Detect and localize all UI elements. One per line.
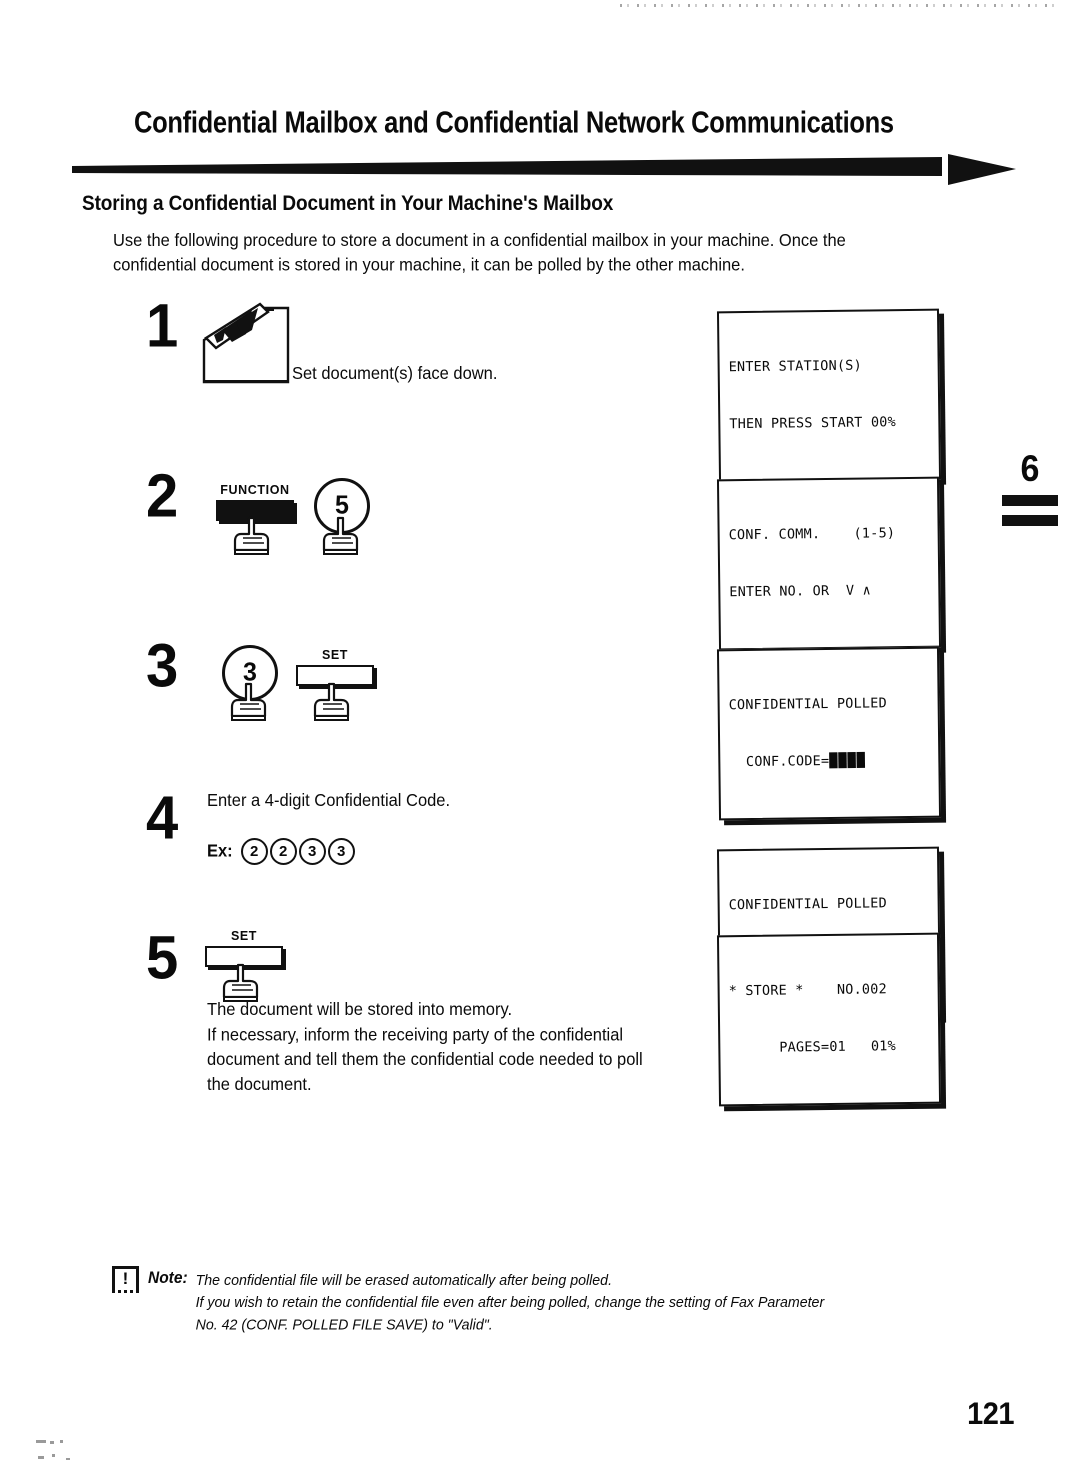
step-number-4: 4 (146, 783, 178, 853)
header-rule-arrow-icon (72, 154, 1016, 188)
lcd-line-1: CONFIDENTIAL POLLED (728, 695, 887, 714)
function-key-label: FUNCTION (220, 482, 290, 498)
intro-line-2: confidential document is stored in your … (113, 255, 745, 275)
lcd-display-step-3: CONFIDENTIAL POLLED CONF.CODE=████ (716, 646, 942, 821)
step-1-caption: Set document(s) face down. (292, 364, 498, 384)
chapter-tab: 6 (1002, 448, 1058, 526)
step-5-line-1: The document will be stored into memory. (207, 1000, 513, 1020)
lcd-line-2-prefix: CONF.CODE= (729, 752, 830, 771)
manual-page: Confidential Mailbox and Confidential Ne… (0, 0, 1080, 1469)
step-5-line-4: the document. (207, 1074, 312, 1094)
page-number: 121 (967, 1396, 1014, 1432)
lcd-display-step-5: * STORE * NO.002 PAGES=01 01% (716, 932, 942, 1107)
set-key-label: SET (321, 647, 349, 663)
lcd-line-2: ENTER NO. OR V ∧ (729, 582, 872, 601)
digit-key-5-label: 5 (335, 489, 349, 520)
lcd-line-1: CONF. COMM. (1-5) (728, 525, 896, 544)
step-number-1: 1 (146, 291, 178, 361)
step-5-body: The document will be stored into memory.… (207, 998, 727, 1098)
step-4-instruction: Enter a 4-digit Confidential Code. (207, 791, 451, 811)
lcd-line-1: ENTER STATION(S) (728, 357, 862, 376)
set-key[interactable]: SET (296, 647, 374, 686)
step-5-line-3: document and tell them the confidential … (207, 1049, 643, 1070)
lcd-line-1: * STORE * NO.002 (728, 981, 887, 1000)
lcd-line-2: THEN PRESS START 00% (729, 414, 896, 433)
page-title: Confidential Mailbox and Confidential Ne… (134, 106, 894, 140)
chapter-tab-bar (1002, 495, 1058, 506)
lcd-display-step-1: ENTER STATION(S) THEN PRESS START 00% (716, 308, 942, 483)
step-number-2: 2 (146, 461, 178, 531)
step-number-5: 5 (146, 923, 178, 993)
example-digit-key[interactable]: 2 (240, 838, 268, 865)
chapter-tab-bar (1002, 515, 1058, 526)
step-5-line-2: If necessary, inform the receiving party… (207, 1025, 624, 1045)
example-digit-key[interactable]: 3 (327, 838, 355, 865)
lcd-display-step-2: CONF. COMM. (1-5) ENTER NO. OR V ∧ (716, 476, 942, 651)
step-4-example: Ex: 2 2 3 3 (207, 838, 355, 865)
example-digit-key[interactable]: 3 (298, 838, 326, 865)
note-line-3: No. 42 (CONF. POLLED FILE SAVE) to "Vali… (195, 1316, 493, 1334)
set-key[interactable]: SET (205, 928, 283, 967)
example-label: Ex: (207, 841, 233, 861)
lcd-line-2: PAGES=01 01% (729, 1038, 896, 1057)
example-digit-key[interactable]: 2 (269, 838, 297, 865)
pointing-finger-icon (229, 682, 271, 722)
lcd-line-1: CONFIDENTIAL POLLED (728, 895, 887, 914)
note-block: ! Note: The confidential file will be er… (112, 1253, 982, 1334)
scan-artifact-bottom-left (36, 1440, 96, 1464)
note-body: The confidential file will be erased aut… (196, 1270, 825, 1337)
note-line-2: If you wish to retain the confidential f… (195, 1294, 825, 1312)
chapter-number: 6 (1020, 448, 1040, 490)
set-key-label: SET (230, 928, 258, 944)
intro-paragraph: Use the following procedure to store a d… (113, 229, 943, 278)
note-label: Note: (148, 1269, 188, 1288)
section-heading: Storing a Confidential Document in Your … (82, 192, 614, 216)
pointing-finger-icon (221, 963, 263, 1003)
pointing-finger-icon (232, 516, 274, 556)
pointing-finger-icon (321, 516, 363, 556)
exclamation-glyph: ! (122, 1269, 129, 1288)
lcd-cursor-blocks: ████ (829, 752, 866, 769)
document-face-down-icon (196, 300, 304, 385)
intro-line-1: Use the following procedure to store a d… (113, 231, 846, 251)
exclamation-icon: ! (112, 1266, 139, 1293)
lcd-line-2: CONF.CODE=████ (729, 751, 929, 772)
page-header: Confidential Mailbox and Confidential Ne… (72, 107, 1016, 185)
pointing-finger-icon (312, 682, 354, 722)
note-line-1: The confidential file will be erased aut… (195, 1272, 613, 1290)
step-number-3: 3 (146, 631, 178, 701)
scan-artifact-top (620, 4, 1060, 7)
